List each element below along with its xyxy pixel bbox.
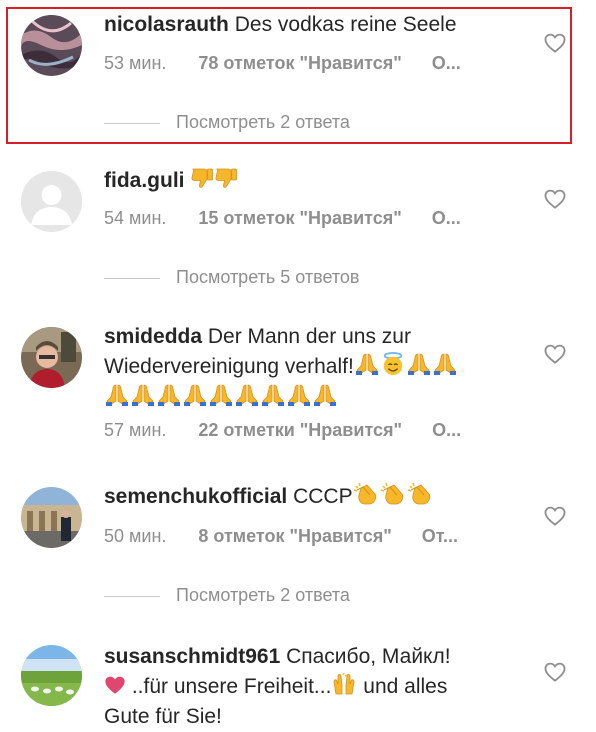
pray-icon	[286, 383, 312, 407]
raised-hands-icon	[331, 672, 357, 696]
pray-icon	[182, 383, 208, 407]
comment-body: СССР	[293, 485, 353, 508]
comment-meta: 50 мин. 8 отметок "Нравится" От...	[104, 526, 458, 547]
comment-username[interactable]: smidedda	[104, 325, 202, 348]
pray-icon	[432, 352, 458, 376]
view-replies-link[interactable]: Посмотреть 5 ответов	[104, 267, 360, 288]
comment-text: smidedda Der Mann der uns zur Wiedervere…	[104, 322, 514, 414]
comment-time: 54 мин.	[104, 208, 167, 228]
comment-body: Wiedervereinigung verhalf!	[104, 355, 354, 378]
comment-username[interactable]: fida.guli	[104, 169, 185, 192]
pray-icon	[354, 352, 380, 376]
avatar[interactable]	[21, 645, 82, 706]
comment-username[interactable]: susanschmidt961	[104, 645, 280, 668]
comment-meta: 57 мин. 22 отметки "Нравится" О...	[104, 420, 461, 441]
reply-link[interactable]: О...	[432, 208, 461, 229]
comment-meta: 54 мин. 15 отметок "Нравится" О...	[104, 208, 461, 229]
comment-body: uns zur	[342, 325, 411, 348]
thumbs-down-icon	[190, 166, 214, 190]
comment-body: ..für unsere Freiheit...	[131, 675, 332, 698]
heart-icon[interactable]	[544, 344, 566, 364]
heart-icon[interactable]	[544, 662, 566, 682]
pray-icon	[260, 383, 286, 407]
thumbs-down-icon	[214, 166, 238, 190]
pray-icon	[234, 383, 260, 407]
comment-text: semenchukofficial СССР	[104, 482, 514, 512]
pray-icon	[406, 352, 432, 376]
comment-body: Спасибо, Майкл!	[286, 645, 451, 668]
pray-icon	[208, 383, 234, 407]
view-replies-label[interactable]: Посмотреть 5 ответов	[176, 267, 360, 287]
comment-body: Gute für Sie!	[104, 705, 222, 728]
comment-username[interactable]: semenchukofficial	[104, 485, 287, 508]
clap-icon	[380, 482, 407, 506]
pray-icon	[312, 383, 338, 407]
comment-body: und alles	[363, 675, 448, 698]
divider-line	[104, 277, 160, 279]
clap-icon	[407, 482, 434, 506]
likes-count[interactable]: 22 отметки "Нравится"	[198, 420, 402, 441]
view-replies-label[interactable]: Посмотреть 2 ответа	[176, 585, 350, 605]
heart-icon[interactable]	[544, 506, 566, 526]
avatar[interactable]	[21, 171, 82, 232]
avatar[interactable]	[21, 487, 82, 548]
reply-link[interactable]: О...	[432, 420, 461, 441]
highlight-box	[6, 7, 572, 144]
pray-icon	[130, 383, 156, 407]
reply-link[interactable]: От...	[422, 526, 458, 547]
likes-count[interactable]: 8 отметок "Нравится"	[198, 526, 391, 547]
view-replies-link[interactable]: Посмотреть 2 ответа	[104, 585, 350, 606]
halo-face-icon	[380, 352, 406, 376]
divider-line	[104, 595, 160, 597]
clap-icon	[353, 482, 380, 506]
pray-icon	[104, 383, 130, 407]
comment-text: fida.guli	[104, 166, 514, 196]
heart-icon	[104, 674, 126, 696]
comment-time: 57 мин.	[104, 420, 167, 440]
comment-time: 50 мин.	[104, 526, 167, 546]
likes-count[interactable]: 15 отметок "Нравится"	[198, 208, 401, 229]
heart-icon[interactable]	[544, 189, 566, 209]
avatar[interactable]	[21, 327, 82, 388]
comment-text: susanschmidt961 Спасибо, Майкл! ..für un…	[104, 642, 514, 732]
comment-body: Der Mann der	[207, 325, 337, 348]
pray-icon	[156, 383, 182, 407]
